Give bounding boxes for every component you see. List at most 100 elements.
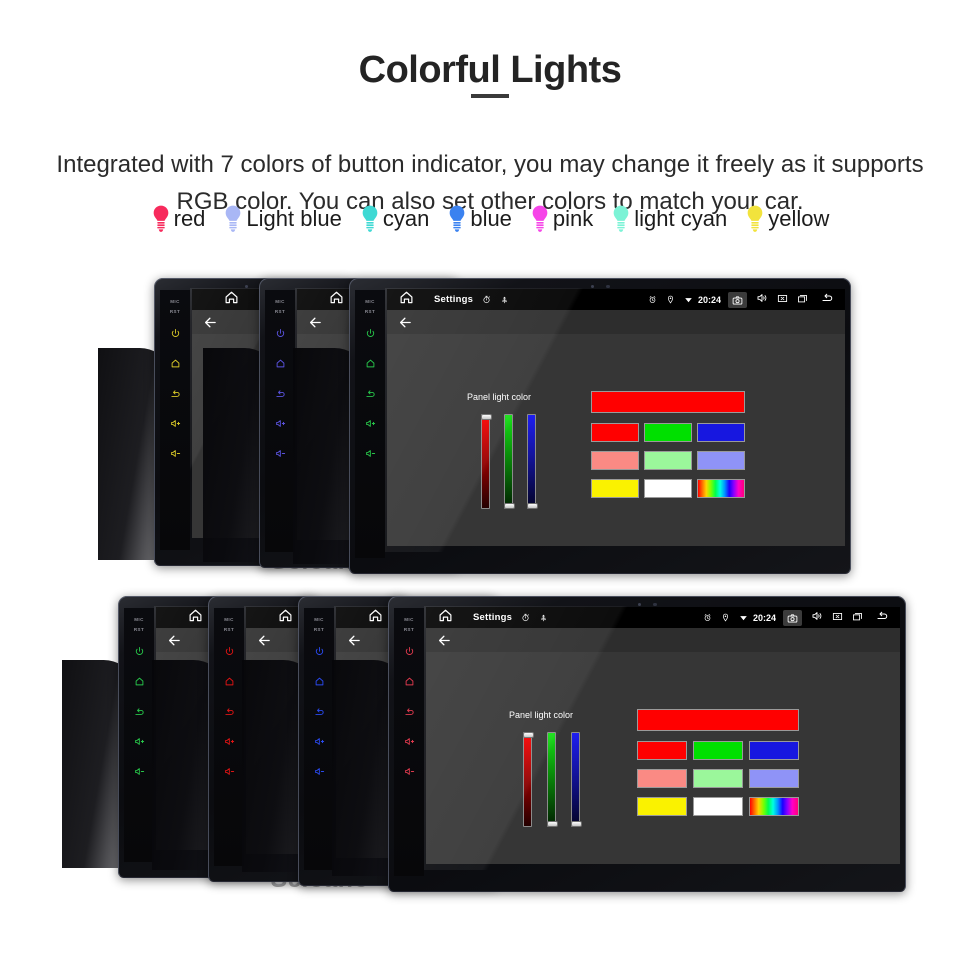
back-arrow-icon[interactable]	[203, 315, 218, 335]
volume-up-icon[interactable]	[404, 734, 415, 752]
back-arrow-icon[interactable]	[257, 633, 272, 653]
home-icon[interactable]	[188, 608, 203, 628]
color-swatch-yellow[interactable]	[637, 797, 687, 816]
location-pin-icon	[666, 291, 675, 309]
color-swatch-red[interactable]	[637, 741, 687, 760]
color-swatch-blue[interactable]	[749, 741, 799, 760]
home-icon[interactable]	[314, 674, 325, 692]
color-swatch-light-green[interactable]	[644, 451, 692, 470]
volume-down-icon[interactable]	[134, 764, 145, 782]
legend-item-label: cyan	[382, 206, 430, 231]
power-icon[interactable]	[224, 644, 235, 662]
color-swatch-green[interactable]	[644, 423, 692, 442]
home-icon[interactable]	[224, 674, 235, 692]
volume-down-icon[interactable]	[365, 446, 376, 464]
slider-blue[interactable]	[571, 732, 582, 827]
home-icon[interactable]	[224, 290, 239, 310]
slider-thumb-red[interactable]	[523, 732, 534, 738]
side-button-column: MIC RST	[394, 608, 424, 876]
home-icon[interactable]	[368, 608, 383, 628]
volume-up-icon[interactable]	[275, 416, 286, 434]
slider-blue[interactable]	[527, 414, 538, 509]
color-swatch-white[interactable]	[644, 479, 692, 498]
color-swatch-light-green[interactable]	[693, 769, 743, 788]
legend-item-light-blue: Light blue	[223, 204, 342, 234]
slider-red[interactable]	[523, 732, 534, 827]
back-arrow-icon[interactable]	[308, 315, 323, 335]
back-arrow-icon[interactable]	[437, 633, 452, 653]
volume-down-icon[interactable]	[404, 764, 415, 782]
home-icon[interactable]	[278, 608, 293, 628]
close-box-icon[interactable]	[832, 609, 843, 627]
power-icon[interactable]	[365, 326, 376, 344]
color-swatch-green[interactable]	[693, 741, 743, 760]
power-icon[interactable]	[404, 644, 415, 662]
home-icon[interactable]	[365, 356, 376, 374]
back-arrow-icon[interactable]	[876, 609, 889, 627]
color-swatch-salmon[interactable]	[637, 769, 687, 788]
back-icon[interactable]	[365, 386, 376, 404]
slider-red[interactable]	[481, 414, 492, 509]
back-icon[interactable]	[170, 386, 181, 404]
volume-down-icon[interactable]	[224, 764, 235, 782]
color-swatch-rainbow[interactable]	[697, 479, 745, 498]
side-button-column: MIC RST	[124, 608, 154, 862]
color-swatch-rainbow[interactable]	[749, 797, 799, 816]
back-icon[interactable]	[134, 704, 145, 722]
slider-thumb-green[interactable]	[547, 821, 558, 827]
legend-item-label: red	[173, 206, 206, 231]
speaker-icon[interactable]	[756, 291, 768, 309]
color-swatch-yellow[interactable]	[591, 479, 639, 498]
slider-thumb-green[interactable]	[504, 503, 515, 509]
home-icon[interactable]	[170, 356, 181, 374]
camera-icon[interactable]	[728, 291, 747, 308]
panel-light-color-widget: Panel light color	[426, 652, 900, 864]
home-icon[interactable]	[404, 674, 415, 692]
back-icon[interactable]	[314, 704, 325, 722]
color-swatch-salmon[interactable]	[591, 451, 639, 470]
power-icon[interactable]	[134, 644, 145, 662]
back-arrow-icon[interactable]	[347, 633, 362, 653]
recent-apps-icon[interactable]	[852, 609, 863, 627]
color-swatch-periwinkle[interactable]	[749, 769, 799, 788]
volume-down-icon[interactable]	[170, 446, 181, 464]
home-icon[interactable]	[399, 290, 414, 310]
slider-green[interactable]	[504, 414, 515, 509]
home-icon[interactable]	[438, 608, 453, 628]
color-swatch-red[interactable]	[591, 423, 639, 442]
usb-icon	[539, 609, 548, 627]
power-icon[interactable]	[170, 326, 181, 344]
volume-down-icon[interactable]	[314, 764, 325, 782]
color-swatch-blue[interactable]	[697, 423, 745, 442]
slider-thumb-blue[interactable]	[527, 503, 538, 509]
back-icon[interactable]	[224, 704, 235, 722]
slider-green[interactable]	[547, 732, 558, 827]
volume-up-icon[interactable]	[365, 416, 376, 434]
camera-icon[interactable]	[783, 609, 802, 626]
mic-label: MIC	[224, 617, 234, 622]
slider-thumb-red[interactable]	[481, 414, 492, 420]
close-box-icon[interactable]	[777, 291, 788, 309]
color-swatch-white[interactable]	[693, 797, 743, 816]
speaker-icon[interactable]	[811, 609, 823, 627]
back-icon[interactable]	[275, 386, 286, 404]
volume-down-icon[interactable]	[275, 446, 286, 464]
volume-up-icon[interactable]	[224, 734, 235, 752]
back-icon[interactable]	[404, 704, 415, 722]
volume-up-icon[interactable]	[134, 734, 145, 752]
color-swatch-periwinkle[interactable]	[697, 451, 745, 470]
power-icon[interactable]	[275, 326, 286, 344]
volume-up-icon[interactable]	[314, 734, 325, 752]
mic-label: MIC	[314, 617, 324, 622]
home-icon[interactable]	[134, 674, 145, 692]
home-icon[interactable]	[329, 290, 344, 310]
volume-up-icon[interactable]	[170, 416, 181, 434]
slider-thumb-blue[interactable]	[571, 821, 582, 827]
back-arrow-icon[interactable]	[398, 315, 413, 335]
power-icon[interactable]	[314, 644, 325, 662]
recent-apps-icon[interactable]	[797, 291, 808, 309]
home-icon[interactable]	[275, 356, 286, 374]
legend-item-label: yellow	[768, 206, 830, 231]
back-arrow-icon[interactable]	[167, 633, 182, 653]
back-arrow-icon[interactable]	[821, 291, 834, 309]
